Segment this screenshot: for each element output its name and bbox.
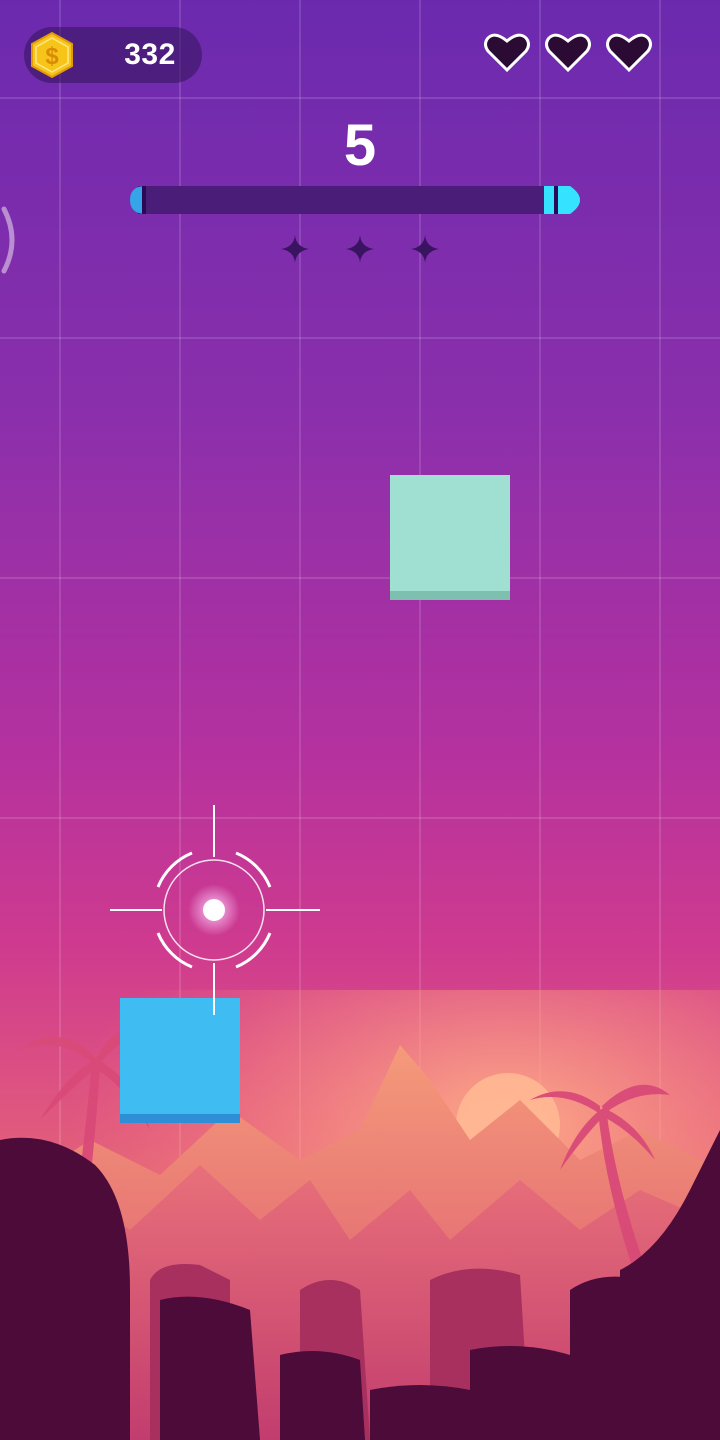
aim-crosshair-icon[interactable] <box>110 805 322 1017</box>
level-progress-bar <box>130 186 580 214</box>
level-stars <box>280 234 440 266</box>
coin-counter: $ 332 <box>24 27 202 83</box>
game-stage[interactable]: $ 332 5 <box>0 0 720 1440</box>
heart-icon <box>606 33 652 72</box>
heart-icon <box>545 33 591 72</box>
lives-indicator <box>484 32 654 72</box>
svg-text:$: $ <box>45 43 59 70</box>
grid-line <box>0 817 720 819</box>
grid-line <box>0 337 720 339</box>
star-icon <box>281 235 309 263</box>
score-counter: 5 <box>343 113 377 178</box>
heart-icon <box>484 33 530 72</box>
side-menu-handle[interactable] <box>0 205 24 275</box>
grid-line <box>0 577 720 579</box>
music-tile-mint[interactable] <box>390 475 510 600</box>
star-icon <box>411 235 439 263</box>
grid-line <box>0 97 720 99</box>
star-icon <box>346 235 374 263</box>
tropical-landscape-background <box>0 990 720 1440</box>
coin-count: 332 <box>124 38 176 71</box>
dollar-coin-icon: $ <box>31 31 73 79</box>
